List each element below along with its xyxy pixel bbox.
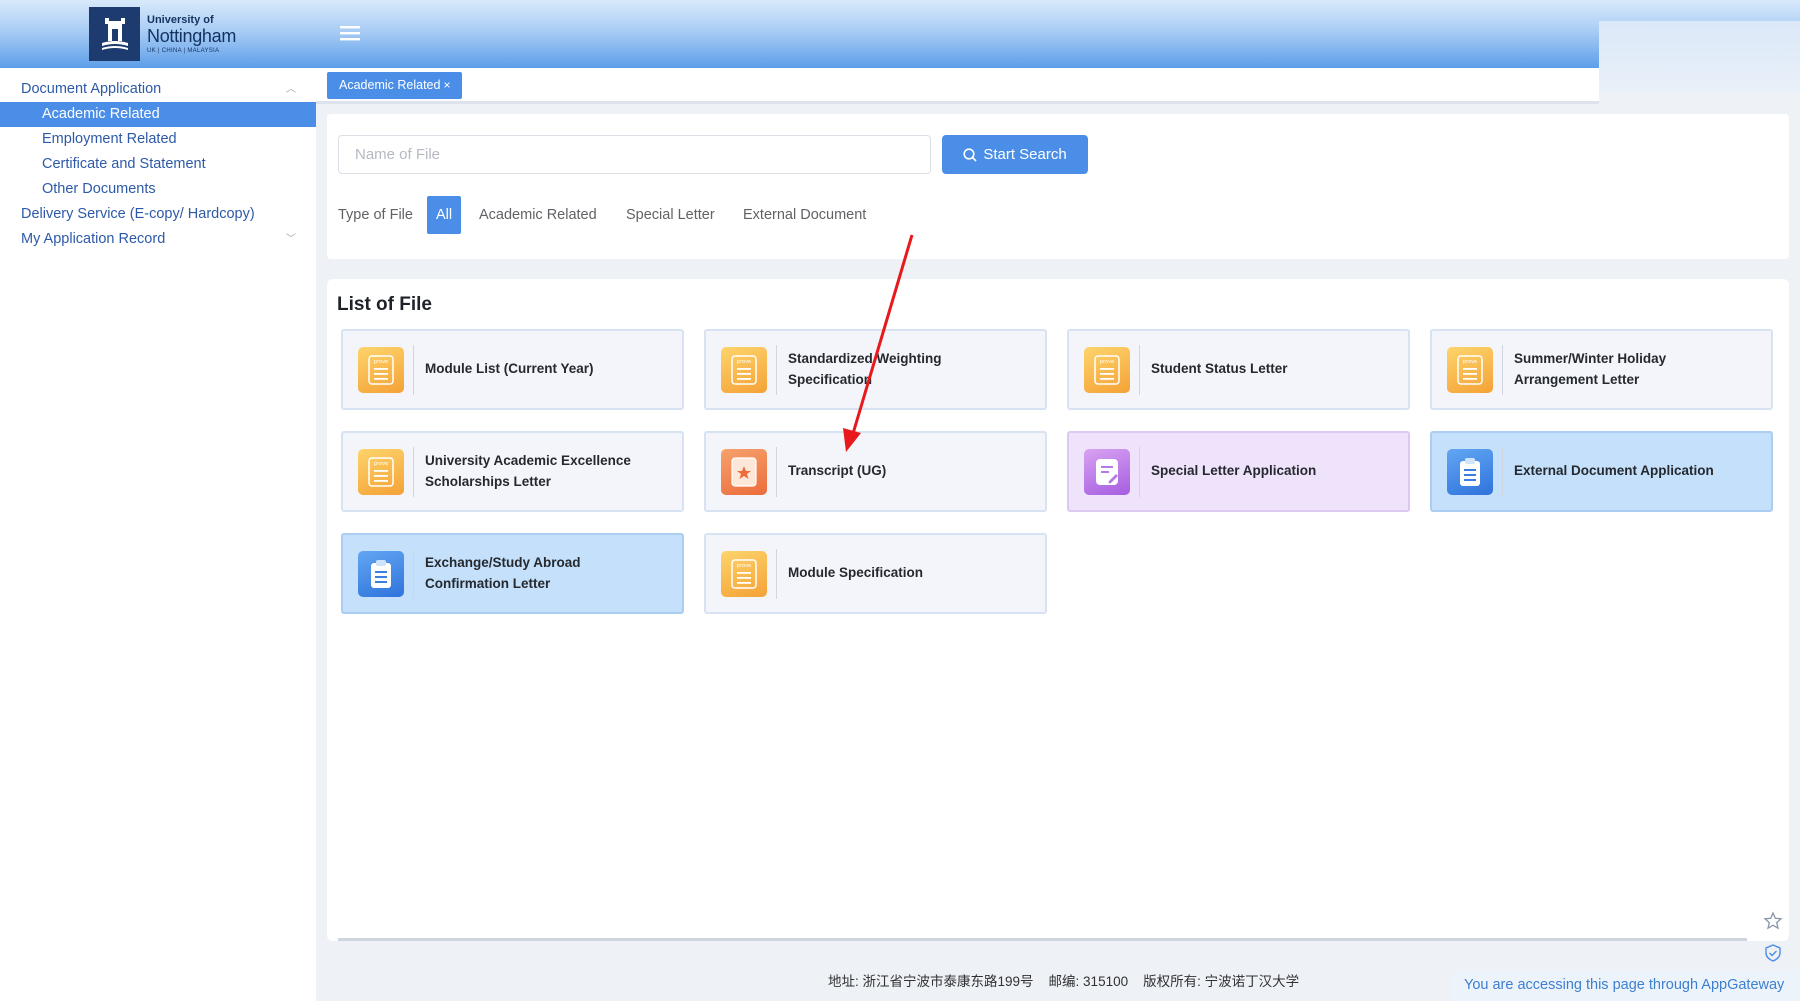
chevron-up-icon: ︿	[286, 84, 296, 95]
header-user-area	[1599, 21, 1800, 93]
sidebar-item-label: Employment Related	[42, 131, 177, 147]
document-orange-icon: prove	[721, 550, 767, 597]
horizontal-scrollbar[interactable]	[338, 938, 1747, 941]
shield-check-icon[interactable]	[1763, 943, 1783, 963]
sidebar-item-label: Academic Related	[42, 106, 160, 122]
crest-icon	[89, 7, 140, 61]
svg-text:prove: prove	[374, 461, 388, 467]
clipboard-blue-icon	[1447, 448, 1493, 495]
start-search-button[interactable]: Start Search	[942, 135, 1088, 174]
file-card-title: Special Letter Application	[1151, 463, 1317, 479]
file-card-holiday-arrangement[interactable]: prove Summer/Winter Holiday Arrangement …	[1430, 329, 1773, 410]
file-card-title: Summer/Winter Holiday Arrangement Letter	[1514, 351, 1667, 387]
search-panel: Start Search Type of File All Academic R…	[327, 114, 1789, 259]
footer-info: 地址: 浙江省宁波市泰康东路199号 邮编: 315100 版权所有: 宁波诺丁…	[828, 970, 1299, 990]
file-name-search-input[interactable]	[338, 135, 931, 174]
file-card-title: Module List (Current Year)	[425, 361, 594, 377]
tab-academic-related[interactable]: Academic Related ×	[327, 72, 463, 99]
star-icon[interactable]	[1763, 911, 1783, 931]
file-card-module-list[interactable]: prove Module List (Current Year)	[341, 329, 684, 410]
edit-document-purple-icon	[1084, 448, 1130, 495]
footer-postcode: 邮编: 315100	[1048, 974, 1129, 989]
file-card-special-letter-application[interactable]: Special Letter Application	[1067, 431, 1410, 512]
svg-text:prove: prove	[1100, 359, 1114, 365]
list-title: List of File	[337, 294, 432, 315]
sidebar-item-document-application[interactable]: Document Application ︿	[0, 77, 316, 102]
file-card-title: Module Specification	[788, 565, 924, 581]
file-card-title: Transcript (UG)	[788, 463, 887, 479]
file-card-exchange-confirmation[interactable]: Exchange/Study Abroad Confirmation Lette…	[341, 533, 684, 614]
logo-campuses: UK | CHINA | MALAYSIA	[147, 47, 220, 54]
sidebar-item-delivery-service[interactable]: Delivery Service (E-copy/ Hardcopy)	[0, 202, 316, 227]
tab-bar: Academic Related ×	[316, 68, 1599, 104]
sidebar-item-label: My Application Record	[21, 231, 166, 247]
close-icon[interactable]: ×	[443, 78, 450, 92]
document-orange-icon: prove	[358, 346, 404, 393]
sidebar-item-academic-related[interactable]: Academic Related	[0, 102, 316, 127]
file-card-title: External Document Application	[1514, 463, 1714, 479]
file-type-label: Type of File	[338, 207, 413, 223]
file-card-standardized-weighting[interactable]: prove Standardized Weighting Specificati…	[704, 329, 1047, 410]
file-card-external-document-application[interactable]: External Document Application	[1430, 431, 1773, 512]
appgateway-notice: You are accessing this page through AppG…	[1452, 970, 1800, 1001]
sidebar: Document Application ︿ Academic Related …	[0, 68, 316, 1001]
file-card-student-status[interactable]: prove Student Status Letter	[1067, 329, 1410, 410]
footer-address: 地址: 浙江省宁波市泰康东路199号	[828, 974, 1034, 989]
file-card-transcript-ug[interactable]: Transcript (UG)	[704, 431, 1047, 512]
sidebar-item-other-documents[interactable]: Other Documents	[0, 177, 316, 202]
svg-text:prove: prove	[737, 563, 751, 569]
file-card-scholarships-letter[interactable]: prove University Academic Excellence Sch…	[341, 431, 684, 512]
top-header: University of Nottingham UK | CHINA | MA…	[0, 0, 1800, 68]
filter-option-external-document[interactable]: External Document	[743, 196, 866, 234]
tab-label: Academic Related	[339, 78, 441, 92]
document-orange-icon: prove	[1084, 346, 1130, 393]
sidebar-item-label: Other Documents	[42, 181, 156, 197]
file-card-title: Student Status Letter	[1151, 361, 1288, 377]
sidebar-item-label: Delivery Service (E-copy/ Hardcopy)	[21, 206, 255, 222]
sidebar-item-label: Certificate and Statement	[42, 156, 206, 172]
sidebar-item-certificate-statement[interactable]: Certificate and Statement	[0, 152, 316, 177]
sidebar-item-my-application-record[interactable]: My Application Record ﹀	[0, 227, 316, 252]
svg-text:prove: prove	[1463, 359, 1477, 365]
start-search-label: Start Search	[983, 146, 1067, 163]
clipboard-blue-icon	[358, 550, 404, 597]
sidebar-item-employment-related[interactable]: Employment Related	[0, 127, 316, 152]
search-icon	[963, 147, 977, 162]
transcript-star-icon	[721, 448, 767, 495]
sidebar-item-label: Document Application	[21, 81, 162, 97]
file-card-title: Standardized Weighting Specification	[788, 351, 942, 387]
filter-option-special-letter[interactable]: Special Letter	[626, 196, 715, 234]
chevron-down-icon: ﹀	[286, 234, 296, 245]
file-card-module-specification[interactable]: prove Module Specification	[704, 533, 1047, 614]
file-card-title: University Academic Excellence Scholarsh…	[425, 453, 631, 489]
document-orange-icon: prove	[721, 346, 767, 393]
logo-university-of: University of	[147, 13, 214, 26]
svg-text:prove: prove	[737, 359, 751, 365]
footer-copyright: 版权所有: 宁波诺丁汉大学	[1143, 974, 1300, 989]
logo-name: Nottingham	[147, 25, 237, 46]
menu-toggle-icon[interactable]	[340, 24, 360, 42]
document-orange-icon: prove	[1447, 346, 1493, 393]
filter-option-academic-related[interactable]: Academic Related	[479, 196, 597, 234]
file-card-title: Exchange/Study Abroad Confirmation Lette…	[425, 555, 581, 591]
filter-option-all[interactable]: All	[427, 196, 462, 234]
document-orange-icon: prove	[358, 448, 404, 495]
svg-text:prove: prove	[374, 359, 388, 365]
file-list-panel: List of File prove Module List (Current …	[327, 279, 1789, 941]
university-logo[interactable]: University of Nottingham UK | CHINA | MA…	[89, 7, 236, 61]
